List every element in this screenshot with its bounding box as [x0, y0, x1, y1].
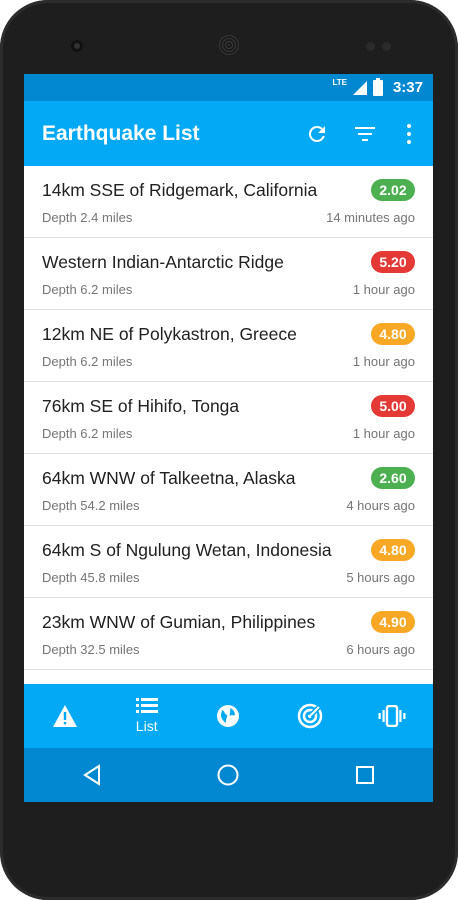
quake-depth: Depth 32.5 miles: [42, 642, 140, 657]
phone-frame: LTE 3:37 Earthquake List 14km SSE of Rid…: [0, 0, 458, 900]
quake-time: 5 hours ago: [346, 570, 415, 585]
overflow-menu-button[interactable]: [389, 110, 429, 158]
refresh-button[interactable]: [293, 110, 341, 158]
home-icon: [217, 764, 239, 786]
quake-place: 14km SSE of Ridgemark, California: [42, 180, 318, 200]
quake-place: 64km WNW of Talkeetna, Alaska: [42, 468, 296, 488]
speaker-grille: [218, 34, 240, 56]
quake-time: 14 minutes ago: [326, 210, 415, 225]
signal-icon: [352, 80, 367, 95]
list-item[interactable]: 64km S of Ngulung Wetan, Indonesia 4.80 …: [24, 526, 433, 598]
quake-place: Western Indian-Antarctic Ridge: [42, 252, 284, 272]
light-sensor: [382, 42, 391, 51]
network-type: LTE: [332, 78, 347, 87]
quake-depth: Depth 54.2 miles: [42, 498, 140, 513]
recents-icon: [355, 766, 374, 784]
radar-icon: [298, 703, 324, 729]
list-item[interactable]: 12km NE of Polykastron, Greece 4.80 Dept…: [24, 310, 433, 382]
back-button[interactable]: [62, 748, 122, 802]
warning-icon: [52, 705, 77, 727]
list-item[interactable]: 14km SSE of Ridgemark, California 2.02 D…: [24, 166, 433, 238]
quake-place: 12km NE of Polykastron, Greece: [42, 324, 297, 344]
list-item[interactable]: 76km SE of Hihifo, Tonga 5.00 Depth 6.2 …: [24, 382, 433, 454]
quake-depth: Depth 45.8 miles: [42, 570, 140, 585]
nav-list-label: List: [135, 718, 158, 734]
home-button[interactable]: [198, 748, 258, 802]
magnitude-badge: 5.20: [371, 251, 415, 273]
quake-depth: Depth 6.2 miles: [42, 282, 133, 297]
nav-map[interactable]: [188, 684, 270, 748]
quake-time: 1 hour ago: [352, 282, 415, 297]
quake-place: 64km S of Ngulung Wetan, Indonesia: [42, 540, 332, 560]
earthquake-list[interactable]: 14km SSE of Ridgemark, California 2.02 D…: [24, 166, 433, 748]
system-nav-bar: [24, 748, 433, 802]
nav-list[interactable]: List: [106, 684, 188, 748]
screen: LTE 3:37 Earthquake List 14km SSE of Rid…: [24, 74, 433, 802]
proximity-sensor: [366, 42, 375, 51]
vibrate-icon: [378, 705, 406, 727]
nav-vibration[interactable]: [351, 684, 433, 748]
quake-place: 76km SE of Hihifo, Tonga: [42, 396, 240, 416]
list-item[interactable]: Western Indian-Antarctic Ridge 5.20 Dept…: [24, 238, 433, 310]
clock: 3:37: [392, 79, 423, 96]
magnitude-badge: 5.00: [371, 395, 415, 417]
magnitude-badge: 4.90: [371, 611, 415, 633]
quake-time: 6 hours ago: [346, 642, 415, 657]
magnitude-badge: 2.60: [371, 467, 415, 489]
bottom-navigation: List: [24, 684, 433, 748]
more-vert-icon: [407, 123, 411, 144]
quake-depth: Depth 6.2 miles: [42, 426, 133, 441]
quake-place: 23km WNW of Gumian, Philippines: [42, 612, 316, 632]
list-item[interactable]: 23km WNW of Gumian, Philippines 4.90 Dep…: [24, 598, 433, 670]
filter-icon: [355, 126, 375, 141]
magnitude-badge: 2.02: [371, 179, 415, 201]
page-title: Earthquake List: [42, 121, 200, 145]
magnitude-badge: 4.80: [371, 539, 415, 561]
quake-depth: Depth 6.2 miles: [42, 354, 133, 369]
quake-depth: Depth 2.4 miles: [42, 210, 133, 225]
filter-button[interactable]: [341, 110, 389, 158]
list-item[interactable]: 64km WNW of Talkeetna, Alaska 2.60 Depth…: [24, 454, 433, 526]
battery-icon: [372, 77, 383, 96]
refresh-icon: [308, 125, 325, 142]
app-bar: Earthquake List: [24, 101, 433, 166]
nav-alerts[interactable]: [24, 684, 106, 748]
globe-icon: [217, 705, 240, 727]
quake-time: 4 hours ago: [346, 498, 415, 513]
recents-button[interactable]: [335, 748, 395, 802]
magnitude-badge: 4.80: [371, 323, 415, 345]
quake-time: 1 hour ago: [352, 354, 415, 369]
status-bar: LTE 3:37: [24, 74, 433, 101]
back-icon: [83, 764, 101, 786]
nav-radar[interactable]: [269, 684, 351, 748]
front-camera: [71, 40, 83, 52]
list-icon: [135, 698, 158, 713]
quake-time: 1 hour ago: [352, 426, 415, 441]
